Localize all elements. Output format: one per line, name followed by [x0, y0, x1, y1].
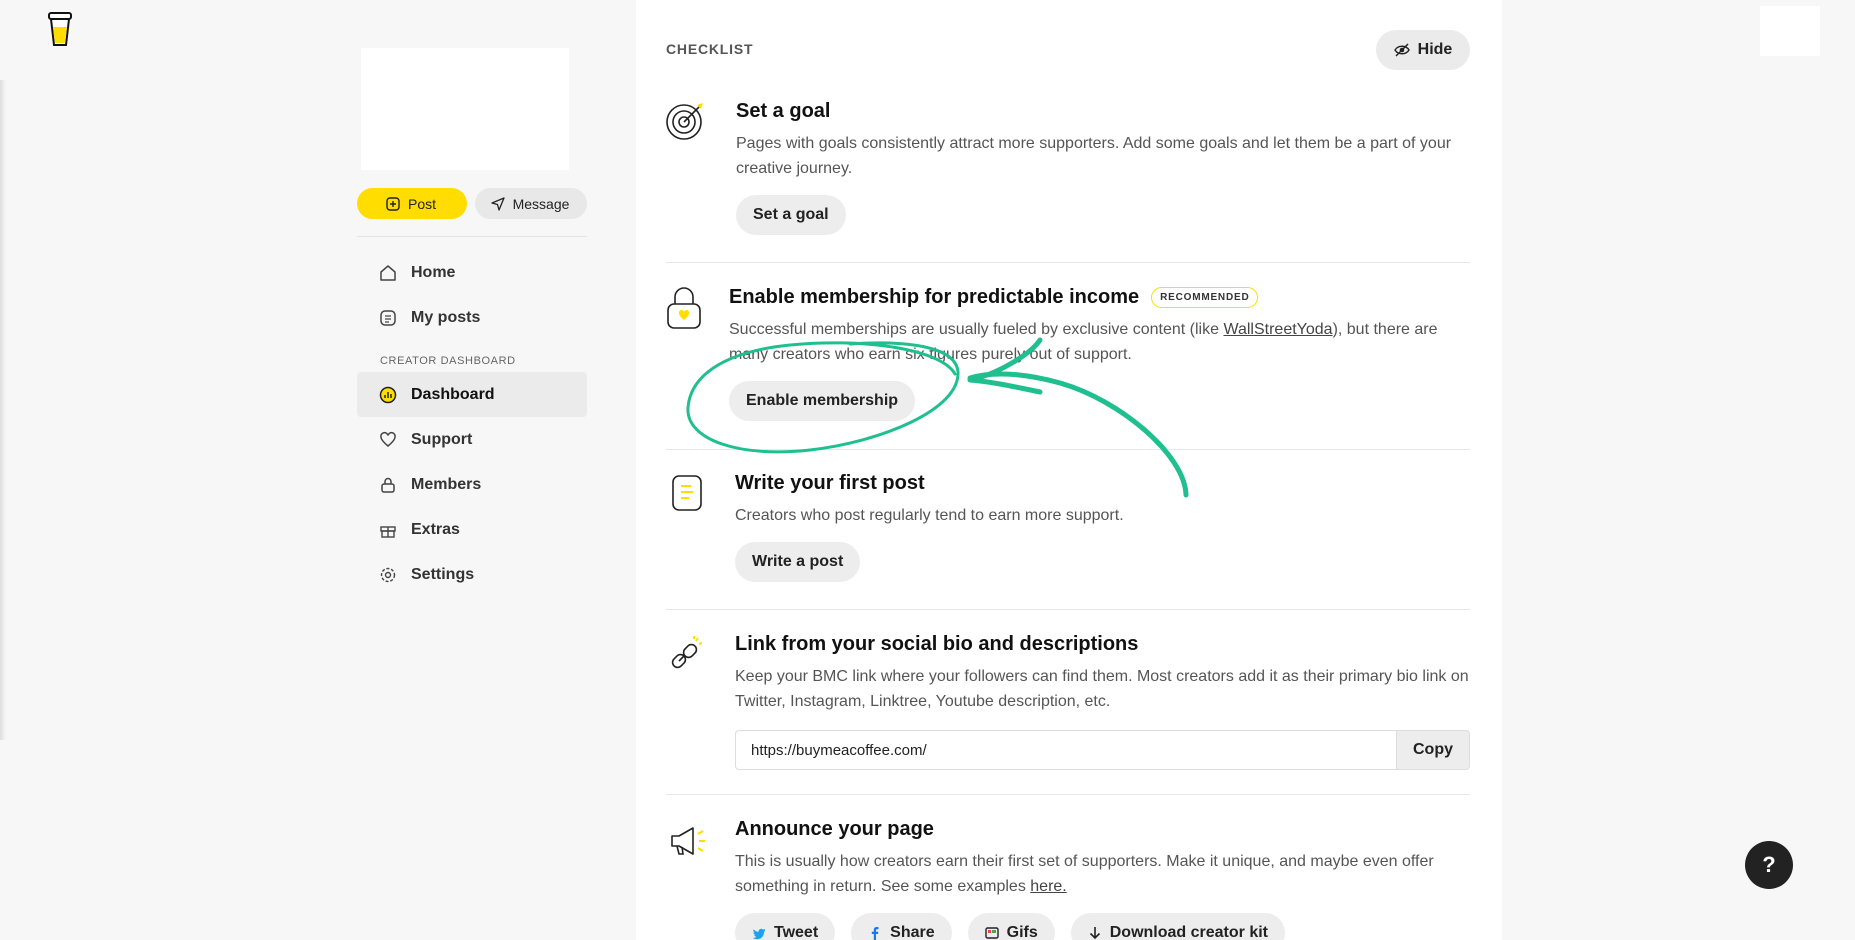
sidebar-nav-top: Home My posts — [357, 250, 587, 340]
checklist-item-set-goal: Set a goal Pages with goals consistently… — [666, 100, 1470, 240]
lock-icon — [381, 477, 395, 493]
gifs-button-label: Gifs — [1006, 924, 1038, 940]
item-description: Successful memberships are usually fuele… — [729, 321, 1438, 363]
post-button[interactable]: Post — [357, 188, 467, 219]
sidebar-item-members[interactable]: Members — [357, 462, 587, 507]
megaphone-icon — [671, 827, 705, 855]
gif-icon — [984, 927, 999, 939]
item-title: Link from your social bio and descriptio… — [735, 633, 1139, 655]
profile-cover-image[interactable] — [361, 48, 569, 170]
sidebar-item-my-posts[interactable]: My posts — [357, 295, 587, 340]
tweet-button[interactable]: Tweet — [735, 913, 836, 940]
item-divider — [666, 794, 1470, 795]
hide-button-label: Hide — [1417, 41, 1453, 58]
download-button-label: Download creator kit — [1109, 924, 1268, 940]
top-right-avatar-area[interactable] — [1760, 6, 1820, 56]
gift-box-icon — [380, 525, 396, 538]
download-creator-kit-button[interactable]: Download creator kit — [1070, 913, 1285, 940]
sidebar-nav-creator: CREATOR DASHBOARD Dashboard Support Memb… — [357, 352, 587, 597]
tweet-button-label: Tweet — [774, 924, 819, 940]
section-label-creator-dashboard: CREATOR DASHBOARD — [380, 355, 516, 367]
item-title: Enable membership for predictable income — [729, 286, 1140, 308]
sidebar-item-support[interactable]: Support — [357, 417, 587, 462]
sidebar-item-dashboard[interactable]: Dashboard — [357, 372, 587, 417]
sidebar-item-label: Support — [411, 430, 473, 448]
download-arrow-icon — [1089, 927, 1100, 940]
sidebar-item-label: Dashboard — [411, 385, 495, 403]
item-divider — [666, 609, 1470, 610]
enable-membership-button[interactable]: Enable membership — [729, 381, 916, 421]
heart-icon — [380, 431, 396, 447]
item-title: Announce your page — [735, 818, 934, 840]
recommended-badge: RECOMMENDED — [1151, 287, 1259, 308]
item-description: Keep your BMC link where your followers … — [735, 668, 1469, 710]
announce-buttons: Tweet Share Gifs Download creator kit — [735, 913, 1470, 940]
sidebar-item-label: Members — [411, 475, 482, 493]
facebook-icon — [871, 927, 879, 940]
item-divider — [666, 262, 1470, 263]
message-button[interactable]: Message — [475, 188, 587, 219]
wallstreetyoda-link[interactable]: WallStreetYoda — [1223, 321, 1332, 338]
drawer-shadow — [0, 80, 6, 740]
sidebar-actions: Post Message — [357, 188, 587, 219]
share-button-label: Share — [890, 924, 935, 940]
target-icon — [666, 103, 703, 140]
item-title: Set a goal — [736, 100, 831, 122]
write-post-button[interactable]: Write a post — [735, 542, 861, 582]
document-icon — [380, 309, 396, 326]
message-button-label: Message — [512, 195, 570, 212]
twitter-bird-icon — [752, 928, 765, 940]
link-icon — [671, 636, 703, 669]
post-button-label: Post — [407, 195, 436, 212]
checklist-title: CHECKLIST — [666, 41, 754, 57]
eye-off-icon — [1393, 43, 1410, 57]
item-description: Pages with goals consistently attract mo… — [736, 135, 1452, 177]
sidebar-item-label: My posts — [411, 308, 481, 326]
gifs-button[interactable]: Gifs — [967, 913, 1055, 940]
checklist-item-announce: Announce your page This is usually how c… — [666, 818, 1470, 940]
item-title: Write your first post — [735, 472, 925, 494]
copy-link-button[interactable]: Copy — [1396, 730, 1470, 770]
dashboard-icon — [379, 386, 397, 403]
note-icon — [672, 475, 702, 511]
sidebar-divider — [357, 236, 587, 237]
sidebar-item-label: Home — [411, 263, 456, 281]
sidebar-item-home[interactable]: Home — [357, 250, 587, 295]
item-description: Creators who post regularly tend to earn… — [735, 507, 1124, 524]
sidebar-item-settings[interactable]: Settings — [357, 552, 587, 597]
help-button[interactable]: ? — [1745, 841, 1793, 889]
send-icon — [490, 196, 505, 211]
checklist-item-social-link: Link from your social bio and descriptio… — [666, 633, 1470, 773]
item-description: This is usually how creators earn their … — [735, 853, 1434, 895]
padlock-heart-icon — [667, 287, 701, 329]
sidebar-item-label: Extras — [411, 520, 460, 538]
set-goal-button[interactable]: Set a goal — [736, 195, 846, 235]
item-divider — [666, 449, 1470, 450]
buymeacoffee-logo-icon[interactable] — [46, 10, 74, 48]
examples-link[interactable]: here. — [1030, 878, 1066, 895]
checklist-item-first-post: Write your first post Creators who post … — [666, 472, 1470, 602]
gear-icon — [380, 567, 396, 582]
page-link-row: Copy — [735, 730, 1470, 770]
hide-checklist-button[interactable]: Hide — [1376, 30, 1470, 70]
plus-square-icon — [386, 196, 400, 211]
home-icon — [380, 264, 396, 281]
share-button[interactable]: Share — [851, 913, 952, 940]
checklist-card: CHECKLIST Hide Set a goal Pages with goa… — [636, 0, 1502, 940]
sidebar-item-label: Settings — [411, 565, 475, 583]
page-link-field[interactable] — [735, 730, 1396, 770]
sidebar-item-extras[interactable]: Extras — [357, 507, 587, 552]
checklist-item-membership: Enable membership for predictable income… — [666, 286, 1470, 436]
